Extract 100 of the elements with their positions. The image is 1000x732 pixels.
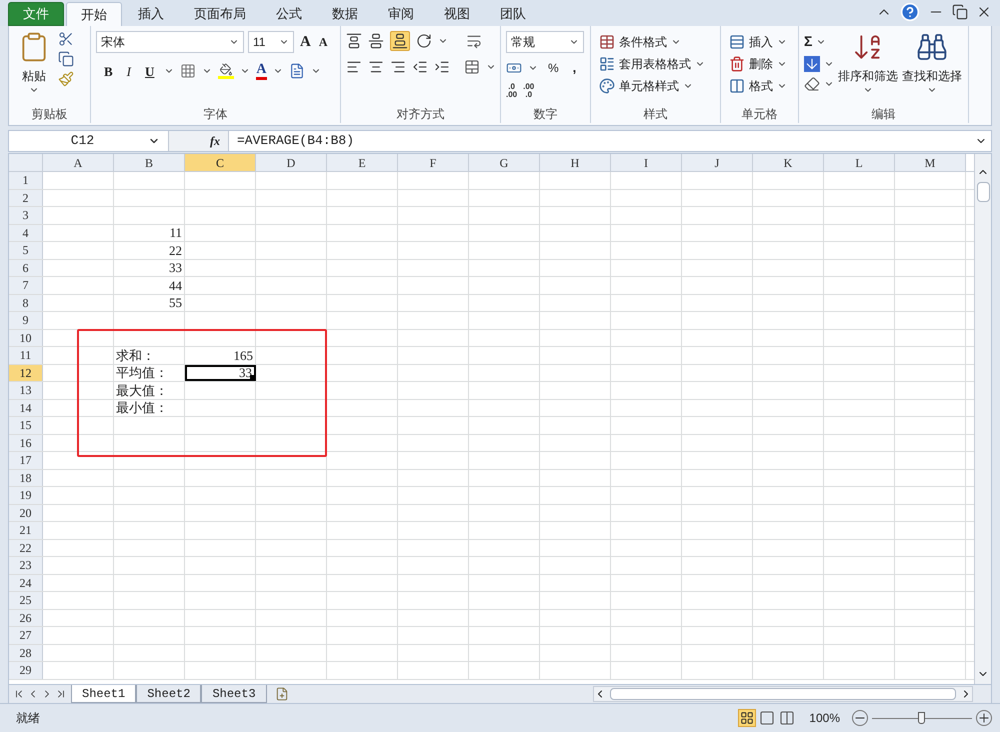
- zoom-slider[interactable]: [872, 711, 972, 725]
- indent-decrease-icon[interactable]: [412, 59, 428, 75]
- zoom-out-icon[interactable]: [852, 710, 868, 726]
- column-header[interactable]: L: [824, 154, 895, 171]
- number-format-field[interactable]: 常规: [506, 31, 584, 53]
- row-header[interactable]: 8: [9, 294, 43, 311]
- column-header[interactable]: F: [398, 154, 469, 171]
- wrap-text-icon[interactable]: [466, 33, 482, 49]
- row-header[interactable]: 5: [9, 242, 43, 258]
- font-size-field[interactable]: 11: [248, 31, 294, 54]
- autosum-button[interactable]: Σ: [804, 31, 834, 52]
- first-sheet-icon[interactable]: [13, 688, 25, 700]
- underline-button[interactable]: U: [141, 62, 158, 81]
- sort-filter-button[interactable]: 排序和筛选: [838, 31, 898, 105]
- ribbon-tab[interactable]: 开始: [66, 2, 122, 26]
- row-header[interactable]: 3: [9, 207, 43, 224]
- font-name-field[interactable]: 宋体: [96, 31, 244, 54]
- row-header[interactable]: 12: [9, 364, 43, 381]
- row-header[interactable]: 19: [9, 487, 43, 504]
- row-header[interactable]: 24: [9, 574, 43, 591]
- zoom-in-icon[interactable]: [976, 710, 992, 726]
- merge-cells-icon[interactable]: [464, 59, 480, 75]
- styles-menu-button[interactable]: 单元格样式: [596, 75, 708, 97]
- view-button-icon[interactable]: [738, 709, 756, 727]
- font-color-button[interactable]: A: [256, 62, 267, 80]
- row-header[interactable]: 10: [9, 330, 43, 346]
- decrease-decimal-button[interactable]: .00 .0: [523, 82, 534, 98]
- row-header[interactable]: 9: [9, 312, 43, 328]
- row-header[interactable]: 1: [9, 172, 43, 188]
- align-left-icon[interactable]: [346, 59, 362, 75]
- row-header[interactable]: 13: [9, 382, 43, 398]
- sheet-tab[interactable]: Sheet3: [201, 685, 267, 703]
- comma-button[interactable]: ,: [568, 58, 580, 78]
- column-header[interactable]: B: [114, 154, 185, 171]
- new-sheet-icon[interactable]: [274, 687, 289, 701]
- format-painter-icon[interactable]: [58, 71, 74, 87]
- column-header[interactable]: G: [469, 154, 540, 171]
- copy-icon[interactable]: [58, 51, 74, 67]
- view-button-icon[interactable]: [758, 709, 776, 727]
- cells-menu-button[interactable]: 格式: [726, 75, 790, 97]
- styles-menu-button[interactable]: 条件格式: [596, 31, 708, 53]
- align-right-icon[interactable]: [390, 59, 406, 75]
- orientation-icon[interactable]: [416, 33, 432, 49]
- column-header[interactable]: C: [185, 154, 256, 171]
- paste-button[interactable]: 粘贴: [14, 31, 54, 105]
- row-header[interactable]: 2: [9, 190, 43, 206]
- column-header[interactable]: J: [682, 154, 753, 171]
- row-header[interactable]: 7: [9, 277, 43, 294]
- row-header[interactable]: 23: [9, 557, 43, 574]
- restore-icon[interactable]: [952, 4, 968, 20]
- last-sheet-icon[interactable]: [55, 688, 67, 700]
- row-header[interactable]: 20: [9, 504, 43, 521]
- align-bottom-icon[interactable]: [390, 31, 410, 51]
- increase-decimal-button[interactable]: .0 .00: [506, 82, 518, 98]
- row-header[interactable]: 26: [9, 610, 43, 626]
- file-tab[interactable]: 文件: [8, 2, 64, 26]
- view-button-icon[interactable]: [778, 709, 796, 727]
- column-header[interactable]: I: [611, 154, 682, 171]
- row-header[interactable]: 22: [9, 540, 43, 556]
- find-select-button[interactable]: 查找和选择: [902, 31, 962, 105]
- cut-icon[interactable]: [58, 31, 74, 47]
- eraser-icon[interactable]: [804, 76, 820, 92]
- scroll-thumb[interactable]: [610, 688, 956, 700]
- row-header[interactable]: 15: [9, 417, 43, 434]
- fill-icon[interactable]: [804, 56, 820, 72]
- column-header[interactable]: K: [753, 154, 824, 171]
- sheet-tab[interactable]: Sheet1: [71, 685, 136, 703]
- sheet-tab[interactable]: Sheet2: [136, 685, 202, 703]
- percent-button[interactable]: %: [544, 58, 563, 77]
- bold-button[interactable]: B: [100, 62, 117, 81]
- row-header[interactable]: 11: [9, 347, 43, 364]
- ribbon-tab[interactable]: 团队: [486, 2, 540, 26]
- ribbon-tab[interactable]: 插入: [124, 2, 178, 26]
- row-header[interactable]: 6: [9, 260, 43, 276]
- ribbon-tab[interactable]: 公式: [262, 2, 316, 26]
- cells-menu-button[interactable]: 删除: [726, 53, 790, 75]
- align-middle-icon[interactable]: [368, 33, 384, 49]
- row-header[interactable]: 17: [9, 452, 43, 468]
- borders-icon[interactable]: [180, 63, 196, 80]
- column-header[interactable]: E: [327, 154, 398, 171]
- column-header[interactable]: A: [43, 154, 114, 171]
- ribbon-tab[interactable]: 页面布局: [180, 2, 260, 26]
- row-header[interactable]: 4: [9, 224, 43, 241]
- help-icon[interactable]: [900, 2, 920, 22]
- row-header[interactable]: 27: [9, 627, 43, 644]
- fill-color-icon[interactable]: [218, 63, 234, 80]
- horizontal-scrollbar[interactable]: [593, 686, 973, 702]
- styles-menu-button[interactable]: 套用表格格式: [596, 53, 708, 75]
- ribbon-tab[interactable]: 审阅: [374, 2, 428, 26]
- row-header[interactable]: 29: [9, 662, 43, 678]
- row-header[interactable]: 25: [9, 592, 43, 608]
- align-center-icon[interactable]: [368, 59, 384, 75]
- ribbon-tab[interactable]: 数据: [318, 2, 372, 26]
- align-top-icon[interactable]: [346, 33, 362, 49]
- vertical-scrollbar[interactable]: [974, 154, 991, 684]
- column-header[interactable]: H: [540, 154, 611, 171]
- row-header[interactable]: 18: [9, 470, 43, 486]
- column-header[interactable]: M: [895, 154, 966, 171]
- cells-menu-button[interactable]: 插入: [726, 31, 790, 53]
- column-header[interactable]: D: [256, 154, 327, 171]
